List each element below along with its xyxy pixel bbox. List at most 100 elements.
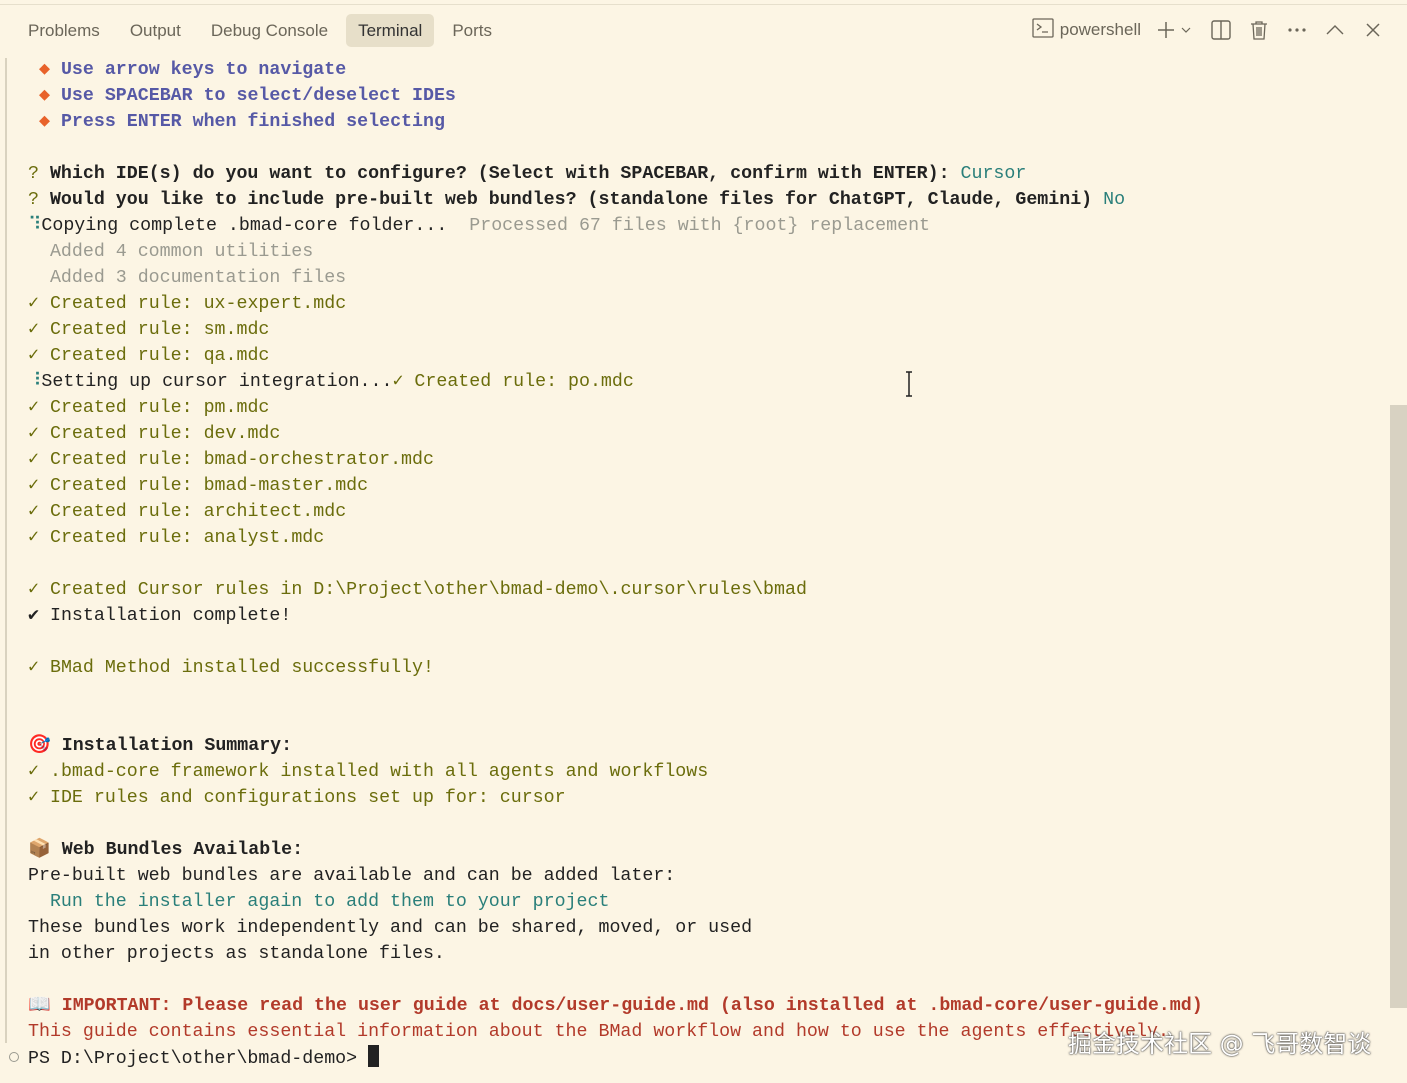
- terminal-line: Added 4 common utilities: [28, 239, 1203, 265]
- terminal-text: Web Bundles Available:: [61, 840, 304, 860]
- terminal-text: Added 4 common utilities: [28, 242, 314, 262]
- terminal-line: Pre-built web bundles are available and …: [28, 863, 1203, 889]
- terminal-text: Use arrow keys to navigate: [60, 60, 347, 80]
- terminal-text: ✓ Created rule: ux-expert.mdc: [28, 294, 347, 314]
- terminal-text: ◆: [28, 60, 61, 80]
- scrollbar-thumb[interactable]: [1390, 405, 1407, 1008]
- terminal-text: Pre-built web bundles are available and …: [28, 866, 676, 886]
- terminal-text: ✓ BMad Method installed successfully!: [28, 658, 434, 678]
- terminal-line: ◆ Press ENTER when finished selecting: [28, 109, 1203, 135]
- terminal-line: ✓ .bmad-core framework installed with al…: [28, 759, 1203, 785]
- terminal-text: Run the installer again to add them to y…: [28, 892, 610, 912]
- terminal-text: ✓ IDE rules and configurations set up fo…: [28, 788, 566, 808]
- terminal-line: ✓ Created rule: bmad-orchestrator.mdc: [28, 447, 1203, 473]
- close-panel-icon[interactable]: [1361, 17, 1385, 43]
- terminal-text: These bundles work independently and can…: [28, 918, 753, 938]
- terminal-line: PS D:\Project\other\bmad-demo>: [28, 1045, 1203, 1071]
- terminal-text: ✓ Created rule: dev.mdc: [28, 424, 281, 444]
- terminal-line: ✓ Created rule: analyst.mdc: [28, 525, 1203, 551]
- terminal-line: ? Which IDE(s) do you want to configure?…: [28, 161, 1203, 187]
- terminal-line: ◆ Use arrow keys to navigate: [28, 57, 1203, 83]
- terminal-text: in other projects as standalone files.: [28, 944, 445, 964]
- terminal-text: ✓ Created rule: bmad-master.mdc: [28, 476, 369, 496]
- terminal-text: ✓ Created Cursor rules in D:\Project\oth…: [28, 580, 807, 600]
- terminal-text: ✓ .bmad-core framework installed with al…: [28, 762, 709, 782]
- terminal-line: ⠹Copying complete .bmad-core folder... P…: [28, 213, 1203, 239]
- maximize-panel-icon[interactable]: [1323, 17, 1347, 43]
- terminal-text: Which IDE(s) do you want to configure? (…: [49, 164, 961, 184]
- terminal-line: Added 3 documentation files: [28, 265, 1203, 291]
- terminal-line: ✓ Created rule: bmad-master.mdc: [28, 473, 1203, 499]
- terminal-line: 🎯 Installation Summary:: [28, 733, 1203, 759]
- terminal-text: Press ENTER when finished selecting: [60, 112, 445, 132]
- terminal-line: ✓ Created rule: dev.mdc: [28, 421, 1203, 447]
- tab-terminal[interactable]: Terminal: [346, 14, 435, 47]
- terminal-text: 📦: [28, 840, 62, 860]
- command-decoration-icon[interactable]: [9, 1052, 19, 1062]
- tab-problems[interactable]: Problems: [16, 14, 112, 47]
- terminal-line: This guide contains essential informatio…: [28, 1019, 1203, 1045]
- terminal-line: ✓ Created rule: architect.mdc: [28, 499, 1203, 525]
- terminal-text: IMPORTANT: Please read the user guide at…: [61, 996, 1203, 1016]
- terminal-text: ✓ Created rule: po.mdc: [392, 372, 634, 392]
- terminal-text: ⠹: [28, 216, 42, 236]
- terminal-text: ✓ Created rule: bmad-orchestrator.mdc: [28, 450, 434, 470]
- terminal-text: ◆: [28, 112, 61, 132]
- terminal-text: Added 3 documentation files: [28, 268, 347, 288]
- terminal-left-border: [5, 58, 7, 1043]
- tab-ports[interactable]: Ports: [440, 14, 504, 47]
- terminal-line: in other projects as standalone files.: [28, 941, 1203, 967]
- terminal-text: 📖: [28, 996, 62, 1016]
- terminal-text: ✓ Created rule: pm.mdc: [28, 398, 270, 418]
- terminal-line: ✓ Created rule: qa.mdc: [28, 343, 1203, 369]
- terminal-text: ?: [28, 190, 50, 210]
- terminal-line: Run the installer again to add them to y…: [28, 889, 1203, 915]
- terminal-line: ? Would you like to include pre-built we…: [28, 187, 1203, 213]
- text-cursor-icon: [906, 371, 912, 397]
- split-terminal-icon[interactable]: [1209, 17, 1233, 43]
- terminal-text: 🎯: [28, 736, 62, 756]
- top-border: [0, 4, 1407, 5]
- terminal-line: ✓ Created rule: ux-expert.mdc: [28, 291, 1203, 317]
- terminal-text: Copying complete .bmad-core folder...: [41, 216, 470, 236]
- terminal-text: Processed 67 files with {root} replaceme…: [469, 216, 931, 236]
- terminal-text: ✓ Created rule: analyst.mdc: [28, 528, 325, 548]
- terminal-text: This guide contains essential informatio…: [28, 1022, 1169, 1042]
- terminal-text: Installation complete!: [49, 606, 292, 626]
- tab-debug-console[interactable]: Debug Console: [199, 14, 340, 47]
- terminal-text: Setting up cursor integration...: [41, 372, 393, 392]
- terminal-line: These bundles work independently and can…: [28, 915, 1203, 941]
- terminal-text: ⠸: [28, 372, 42, 392]
- terminal-line: 📖 IMPORTANT: Please read the user guide …: [28, 993, 1203, 1019]
- panel-tabs: Problems Output Debug Console Terminal Ports: [16, 14, 504, 47]
- terminal-text: ✓ Created rule: qa.mdc: [28, 346, 270, 366]
- terminal-text: ?: [28, 164, 50, 184]
- terminal-shell-selector[interactable]: powershell: [1032, 17, 1141, 43]
- terminal-text: Cursor: [960, 164, 1027, 184]
- tab-output[interactable]: Output: [118, 14, 193, 47]
- more-actions-icon[interactable]: [1285, 17, 1309, 43]
- terminal-text: ✔: [28, 606, 50, 626]
- terminal-line: ✓ BMad Method installed successfully!: [28, 655, 1203, 681]
- shell-name: powershell: [1059, 20, 1141, 39]
- terminal-output[interactable]: ◆ Use arrow keys to navigate ◆ Use SPACE…: [28, 57, 1203, 1071]
- terminal-text: Installation Summary:: [61, 736, 293, 756]
- terminal-text: ✓ Created rule: sm.mdc: [28, 320, 270, 340]
- terminal-line: ◆ Use SPACEBAR to select/deselect IDEs: [28, 83, 1203, 109]
- terminal-text: ✓ Created rule: architect.mdc: [28, 502, 347, 522]
- terminal-text: ◆: [28, 86, 61, 106]
- new-terminal-icon[interactable]: [1155, 17, 1195, 43]
- terminal-text: Use SPACEBAR to select/deselect IDEs: [60, 86, 456, 106]
- terminal-cursor: [368, 1045, 380, 1067]
- terminal-line: ⠸Setting up cursor integration...✓ Creat…: [28, 369, 1203, 395]
- terminal-text: No: [1103, 190, 1126, 210]
- watermark: 掘金技术社区 @ 飞哥数智谈: [1068, 1030, 1372, 1058]
- terminal-line: ✓ Created rule: pm.mdc: [28, 395, 1203, 421]
- trash-icon[interactable]: [1247, 17, 1271, 43]
- terminal-text: Would you like to include pre-built web …: [49, 190, 1104, 210]
